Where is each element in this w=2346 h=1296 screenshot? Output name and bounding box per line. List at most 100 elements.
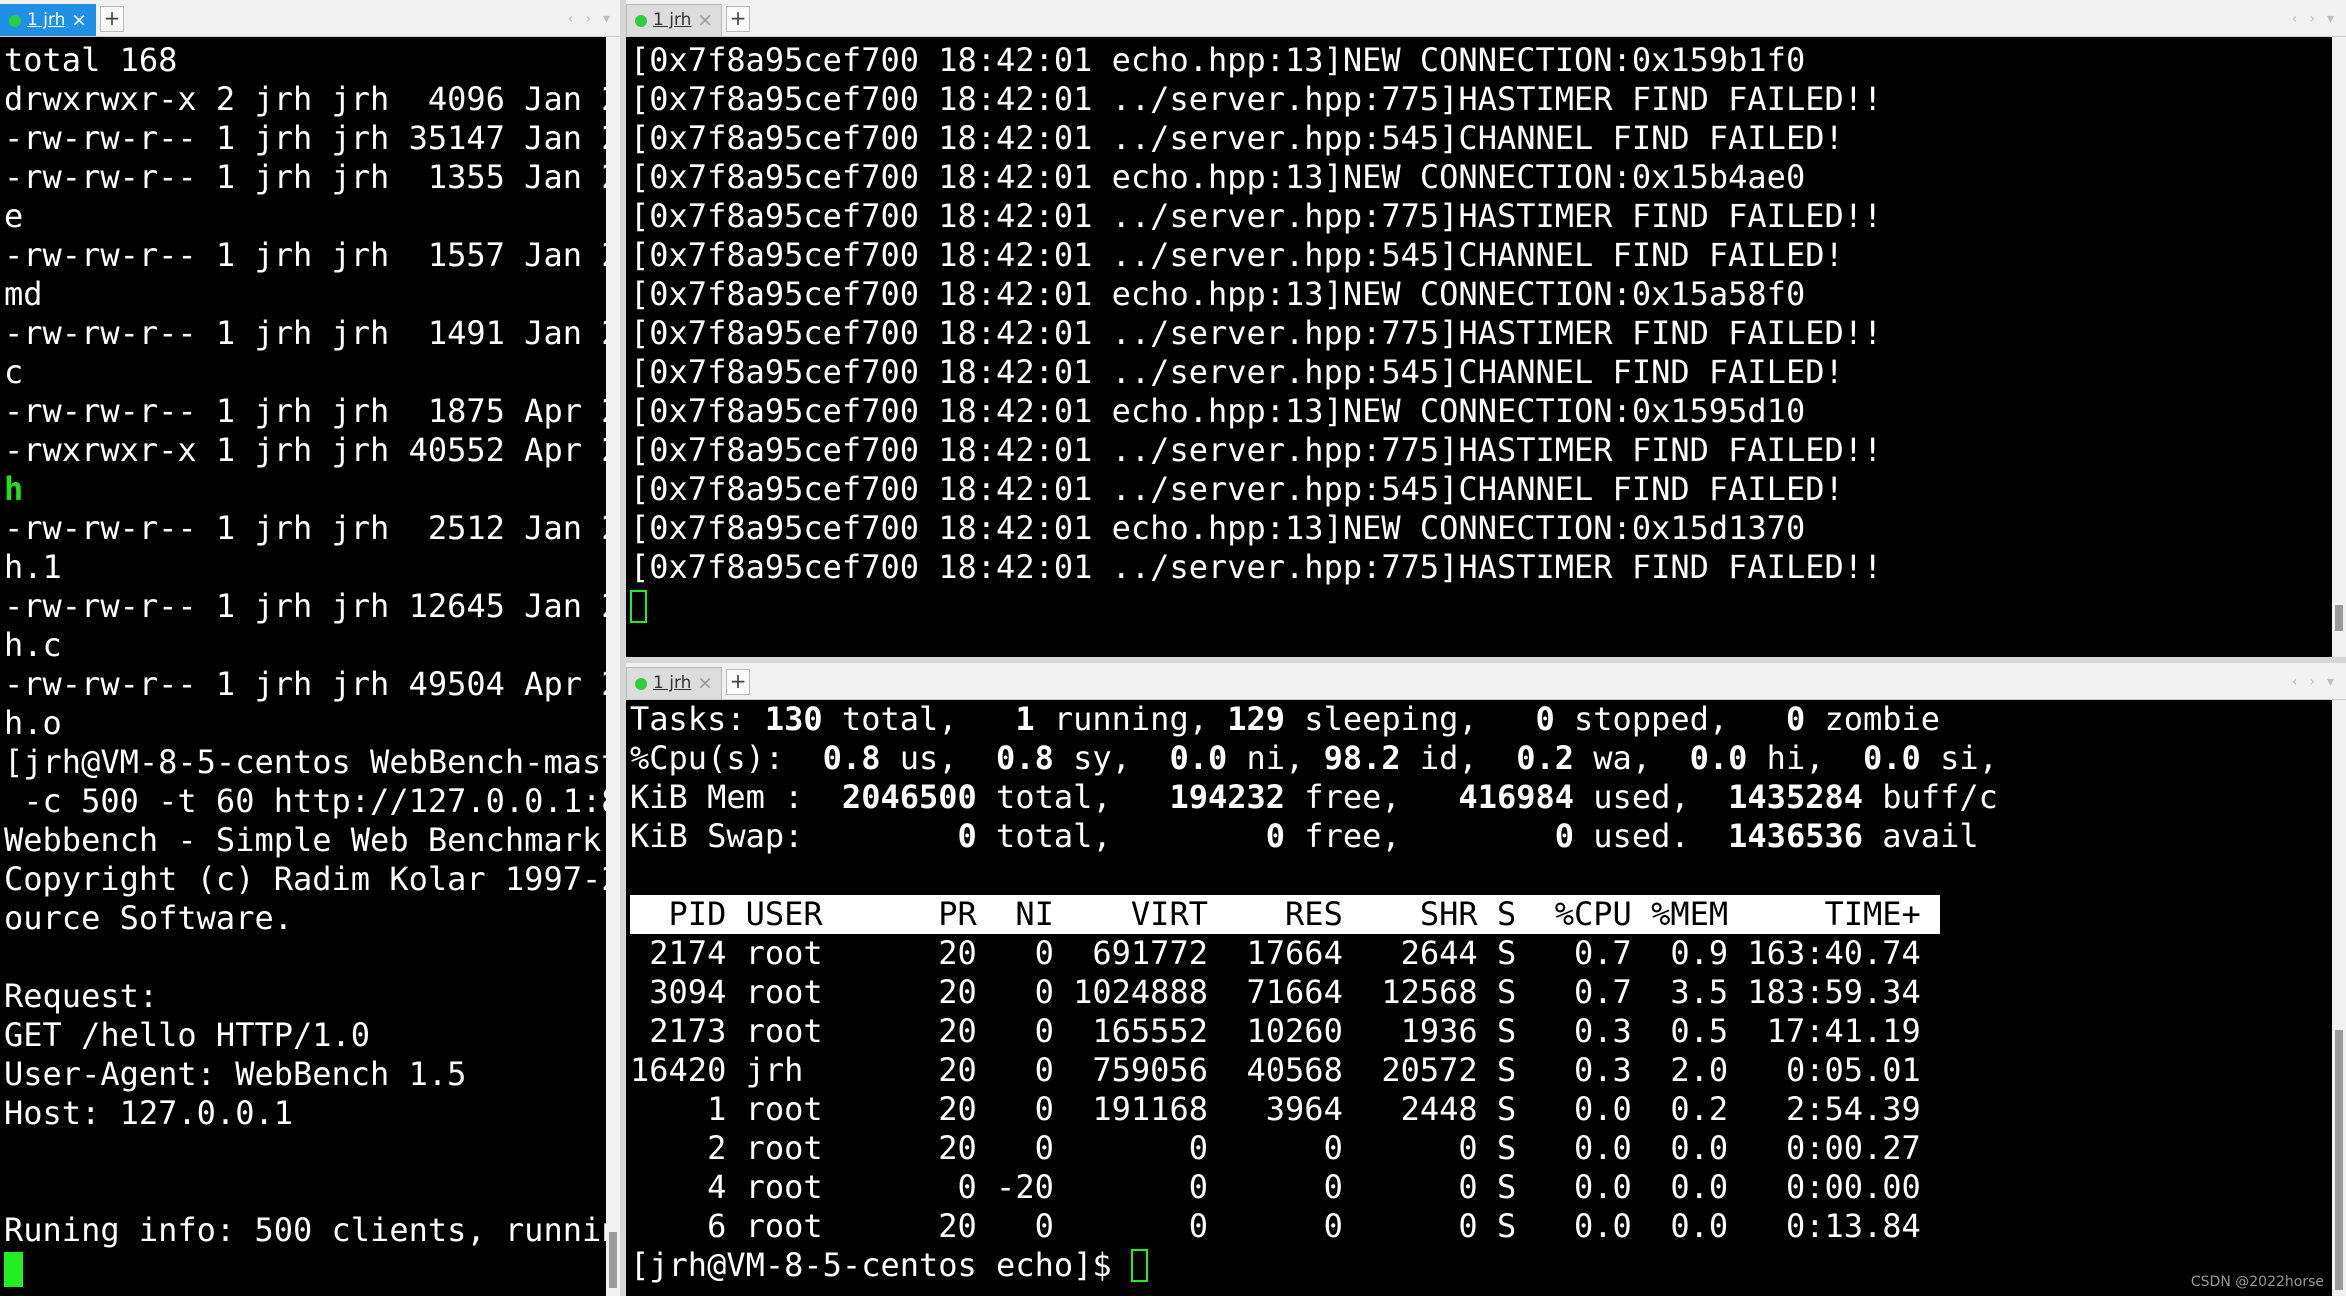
log-line: [0x7f8a95cef700 18:42:01 ../server.hpp:5… [630,353,1844,391]
terminal-line: md [4,275,43,313]
log-line: [0x7f8a95cef700 18:42:01 echo.hpp:13]NEW… [630,509,1806,547]
tab-menu-icon[interactable]: ▾ [2327,11,2334,27]
top-cpu-line: %Cpu(s): 0.8 us, 0.8 sy, 0.0 ni, 98.2 id… [630,739,1998,777]
terminal-cursor [630,590,647,623]
top-output: Tasks: 130 total, 1 running, 129 sleepin… [630,700,1998,1285]
terminal-line: -rw-rw-r-- 1 jrh jrh 12645 Jan 21 2018 w… [4,587,606,625]
shell-prompt-line: [jrh@VM-8-5-centos echo]$ [630,1246,1998,1285]
next-tab-icon[interactable]: › [2309,674,2315,690]
terminal-line: -rw-rw-r-- 1 jrh jrh 1491 Jan 21 2018 so… [4,314,606,352]
new-tab-button[interactable]: + [726,669,750,695]
process-row: 2173 root 20 0 165552 10260 1936 S 0.3 0… [630,1012,1921,1050]
log-line: [0x7f8a95cef700 18:42:01 ../server.hpp:7… [630,80,1883,118]
terminal-cursor [1130,1249,1148,1282]
top-swap-line: KiB Swap: 0 total, 0 free, 0 used. 14365… [630,817,1979,855]
close-tab-icon[interactable]: × [697,5,713,35]
prev-tab-icon[interactable]: ‹ [2292,674,2298,690]
left-session-tab[interactable]: 1 jrh × [0,4,96,36]
log-line: [0x7f8a95cef700 18:42:01 ../server.hpp:7… [630,197,1883,235]
terminal-line [4,1250,606,1289]
top-right-scrollbar-thumb[interactable] [2335,605,2343,631]
session-status-dot-icon [9,15,21,27]
process-header-bar: PID USER PR NI VIRT RES SHR S %CPU %MEM … [630,895,1941,934]
left-tab-nav: ‹ › ▾ [562,6,616,32]
bottom-right-scrollbar[interactable] [2332,700,2346,1296]
terminal-line: -rwxrwxr-x 1 jrh jrh 40552 Apr 21 18:33 … [4,431,606,469]
new-tab-button[interactable]: + [100,6,124,32]
tab-menu-icon[interactable]: ▾ [2327,674,2334,690]
log-line: [0x7f8a95cef700 18:42:01 echo.hpp:13]NEW… [630,275,1806,313]
terminal-line: drwxrwxr-x 2 jrh jrh 4096 Jan 21 2018 de… [4,80,606,118]
left-scrollbar-thumb[interactable] [609,1232,617,1288]
close-tab-icon[interactable]: × [71,5,87,35]
terminal-line: e [4,197,24,235]
left-terminal-pane[interactable]: total 168drwxrwxr-x 2 jrh jrh 4096 Jan 2… [0,37,606,1296]
terminal-line: h [4,470,606,509]
terminal-line: Webbench - Simple Web Benchmark 1.5 [4,821,602,859]
terminal-line: Host: 127.0.0.1 [4,1094,293,1132]
process-row: 2 root 20 0 0 0 0 S 0.0 0.0 0:00.27 [630,1129,1921,1167]
new-tab-button[interactable]: + [726,6,750,32]
terminal-line: -rw-rw-r-- 1 jrh jrh 49504 Apr 21 18:33 … [4,665,606,703]
process-row: 1 root 20 0 191168 3964 2448 S 0.0 0.2 2… [630,1090,1921,1128]
tab-menu-icon[interactable]: ▾ [603,11,610,27]
left-scrollbar[interactable] [606,37,620,1296]
prev-tab-icon[interactable]: ‹ [568,11,574,27]
top-right-tabbar: 1 jrh × + ‹ › ▾ [626,0,2346,37]
close-tab-icon[interactable]: × [697,668,713,698]
bottom-right-terminal-pane[interactable]: Tasks: 130 total, 1 running, 129 sleepin… [626,700,2332,1296]
log-line: [0x7f8a95cef700 18:42:01 echo.hpp:13]NEW… [630,392,1806,430]
process-row: 2174 root 20 0 691772 17664 2644 S 0.7 0… [630,934,1921,972]
log-line: [0x7f8a95cef700 18:42:01 ../server.hpp:7… [630,314,1883,352]
left-tabbar: 1 jrh × + ‹ › ▾ [0,0,622,37]
next-tab-icon[interactable]: › [2309,11,2315,27]
top-right-terminal-pane[interactable]: [0x7f8a95cef700 18:42:01 echo.hpp:13]NEW… [626,37,2332,657]
log-line: [0x7f8a95cef700 18:42:01 echo.hpp:13]NEW… [630,158,1806,196]
terminal-line: [jrh@VM-8-5-centos WebBench-master]$ ./w… [4,743,606,781]
terminal-line: Request: [4,977,159,1015]
process-row: 16420 jrh 20 0 759056 40568 20572 S 0.3 … [630,1051,1921,1089]
log-line: [0x7f8a95cef700 18:42:01 ../server.hpp:5… [630,470,1844,508]
tab-label: 1 jrh [653,10,692,30]
terminal-cursor [4,1252,23,1287]
process-table-header: PID USER PR NI VIRT RES SHR S %CPU %MEM … [630,895,1998,934]
left-terminal-output: total 168drwxrwxr-x 2 jrh jrh 4096 Jan 2… [4,41,606,1289]
terminal-line: h.o [4,704,62,742]
bottom-right-session-tab[interactable]: 1 jrh × [626,667,722,699]
terminal-line: h.c [4,626,62,664]
process-row: 6 root 20 0 0 0 0 S 0.0 0.0 0:13.84 [630,1207,1921,1245]
bottom-right-tab-nav: ‹ › ▾ [2286,669,2340,695]
exec-name-wrap: h [4,470,24,508]
top-right-tab-nav: ‹ › ▾ [2286,6,2340,32]
terminal-line: h.1 [4,548,62,586]
terminal-line: -rw-rw-r-- 1 jrh jrh 1875 Apr 21 18:33 t… [4,392,606,430]
watermark: CSDN @2022horse [2190,1274,2324,1290]
process-row: 3094 root 20 0 1024888 71664 12568 S 0.7… [630,973,1921,1011]
top-right-scrollbar[interactable] [2332,37,2346,657]
session-status-dot-icon [635,678,647,690]
log-line: [0x7f8a95cef700 18:42:01 ../server.hpp:5… [630,236,1844,274]
next-tab-icon[interactable]: › [585,11,591,27]
terminal-line: -rw-rw-r-- 1 jrh jrh 2512 Jan 21 2018 we… [4,509,606,547]
process-row: 4 root 0 -20 0 0 0 S 0.0 0.0 0:00.00 [630,1168,1921,1206]
tab-label: 1 jrh [27,10,66,30]
terminal-line [630,587,1882,626]
prev-tab-icon[interactable]: ‹ [2292,11,2298,27]
terminal-line: -rw-rw-r-- 1 jrh jrh 35147 Jan 21 2018 L… [4,119,606,157]
server-log-output: [0x7f8a95cef700 18:42:01 echo.hpp:13]NEW… [630,41,1882,626]
terminal-line: c [4,353,24,391]
log-line: [0x7f8a95cef700 18:42:01 ../server.hpp:5… [630,119,1844,157]
top-right-session-tab[interactable]: 1 jrh × [626,4,722,36]
terminal-line: -c 500 -t 60 http://127.0.0.1:8888/hello [23,782,606,820]
terminal-line: Copyright (c) Radim Kolar 1997-2004, GPL… [4,860,606,898]
log-line: [0x7f8a95cef700 18:42:01 ../server.hpp:7… [630,548,1883,586]
terminal-line: GET /hello HTTP/1.0 [4,1016,371,1054]
top-mem-line: KiB Mem : 2046500 total, 194232 free, 41… [630,778,1998,816]
top-tasks-line: Tasks: 130 total, 1 running, 129 sleepin… [630,700,1941,738]
terminal-line: -rw-rw-r-- 1 jrh jrh 1355 Jan 21 2018 Ma… [4,158,606,196]
bottom-right-scrollbar-thumb[interactable] [2335,1030,2343,1290]
